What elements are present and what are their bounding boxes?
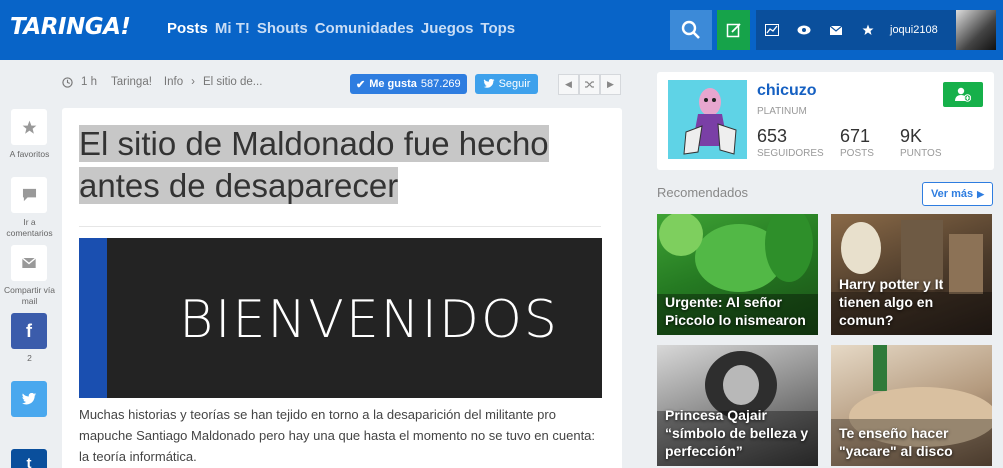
post-banner-image: BIENVENIDOS: [79, 238, 602, 398]
nav-juegos[interactable]: Juegos: [421, 20, 474, 37]
nav-tops[interactable]: Tops: [480, 20, 515, 37]
stat-followers: 653 SEGUIDORES: [757, 126, 824, 159]
recommended-caption: Harry potter y It tienen algo en comun?: [839, 276, 944, 328]
eye-icon[interactable]: [788, 25, 820, 35]
favorite-label: A favoritos: [9, 149, 50, 159]
crumb-taringa[interactable]: Taringa!: [111, 76, 152, 88]
see-more-button[interactable]: Ver más ▶: [922, 182, 993, 206]
like-label: Me gusta: [369, 78, 417, 90]
new-post-button[interactable]: [717, 10, 750, 50]
breadcrumb: 1 h Taringa! Info › El sitio de...: [62, 76, 262, 88]
stat-points: 9K PUNTOS: [900, 126, 942, 159]
nav-comunidades[interactable]: Comunidades: [315, 20, 414, 37]
main-nav: Posts Mi T! Shouts Comunidades Juegos To…: [167, 20, 515, 37]
stats-icon[interactable]: [756, 24, 788, 36]
stat-value: 671: [840, 126, 871, 146]
comment-icon: [22, 188, 36, 202]
follow-label: Seguir: [498, 78, 531, 90]
author-avatar[interactable]: [668, 80, 747, 159]
mail-icon: [22, 258, 36, 268]
stat-label: POSTS: [840, 148, 874, 159]
star-icon: [22, 120, 36, 134]
nav-mi-t[interactable]: Mi T!: [215, 20, 250, 37]
title-divider: [79, 226, 601, 227]
like-count: 587.269: [420, 78, 461, 90]
crumb-sep: ›: [191, 76, 195, 88]
taringa-logo[interactable]: TARINGA!: [10, 14, 131, 40]
user-avatar[interactable]: [956, 10, 996, 50]
search-button[interactable]: [670, 10, 712, 50]
prev-post-button[interactable]: ◀: [558, 74, 579, 95]
edit-icon: [726, 23, 741, 38]
mail-share-label: Compartir vía mail: [4, 285, 56, 306]
banner-stripe: [79, 238, 107, 398]
post-title-line-2: antes de desaparecer: [79, 167, 399, 204]
next-post-button[interactable]: ▶: [600, 74, 621, 95]
like-button[interactable]: ✔ Me gusta 587.269: [350, 74, 467, 94]
author-rank: PLATINUM: [757, 106, 807, 117]
search-icon: [681, 20, 700, 39]
nav-posts[interactable]: Posts: [167, 20, 208, 37]
crumb-current: El sitio de...: [202, 76, 263, 88]
username[interactable]: joqui2108: [890, 24, 938, 36]
recommended-card[interactable]: Harry potter y It tienen algo en comun?: [831, 214, 992, 335]
author-name[interactable]: chicuzo: [757, 82, 817, 100]
recommended-title: Recomendados: [657, 185, 749, 200]
mail-share-button[interactable]: [11, 245, 47, 281]
facebook-icon: f: [26, 320, 32, 341]
stat-label: PUNTOS: [900, 148, 942, 159]
crumb-info[interactable]: Info: [164, 76, 183, 88]
stat-label: SEGUIDORES: [757, 148, 824, 159]
twitter-share-button[interactable]: [11, 381, 47, 417]
comments-label: Ir a comentarios: [6, 217, 53, 238]
clock-icon: [62, 76, 73, 88]
recommended-card[interactable]: Te enseño hacer "yacare" al disco: [831, 345, 992, 466]
post-body: Muchas historias y teorías se han tejido…: [79, 407, 596, 464]
post-time: 1 h: [81, 76, 97, 88]
tumblr-icon: t: [26, 455, 32, 468]
follow-button[interactable]: Seguir: [475, 74, 538, 94]
tumblr-share-button[interactable]: t: [11, 449, 47, 468]
twitter-bird-icon: [483, 79, 495, 88]
comments-button[interactable]: [11, 177, 47, 213]
user-bar: joqui2108: [756, 10, 956, 50]
stat-posts: 671 POSTS: [840, 126, 874, 159]
star-icon[interactable]: [852, 24, 884, 36]
twitter-bird-icon: [21, 392, 37, 404]
add-user-icon: [955, 87, 971, 102]
follow-author-button[interactable]: [943, 82, 983, 107]
banner-text: BIENVENIDOS: [179, 290, 559, 350]
mail-icon[interactable]: [820, 25, 852, 35]
stat-value: 653: [757, 126, 788, 146]
recommended-caption: Urgente: Al señor Piccolo lo nismearon: [665, 294, 806, 328]
recommended-card[interactable]: Princesa Qajair “símbolo de belleza y pe…: [657, 345, 818, 466]
facebook-count: 2: [27, 353, 32, 363]
post-title-line-1: El sitio de Maldonado fue hecho: [79, 125, 549, 162]
recommended-caption: Te enseño hacer "yacare" al disco: [839, 425, 953, 459]
random-post-button[interactable]: [579, 74, 600, 95]
stat-value: 9K: [900, 126, 923, 146]
recommended-caption: Princesa Qajair “símbolo de belleza y pe…: [665, 407, 809, 459]
recommended-card[interactable]: Urgente: Al señor Piccolo lo nismearon: [657, 214, 818, 335]
favorite-button[interactable]: [11, 109, 47, 145]
nav-shouts[interactable]: Shouts: [257, 20, 308, 37]
see-more-label: Ver más: [930, 188, 974, 200]
post-title: El sitio de Maldonado fue hecho antes de…: [79, 123, 569, 207]
chevron-right-icon: ▶: [977, 188, 985, 199]
check-icon: ✔: [356, 78, 366, 91]
facebook-share-button[interactable]: f: [11, 313, 47, 349]
post-pager: ◀ ▶: [558, 74, 621, 95]
shuffle-icon: [584, 81, 594, 88]
